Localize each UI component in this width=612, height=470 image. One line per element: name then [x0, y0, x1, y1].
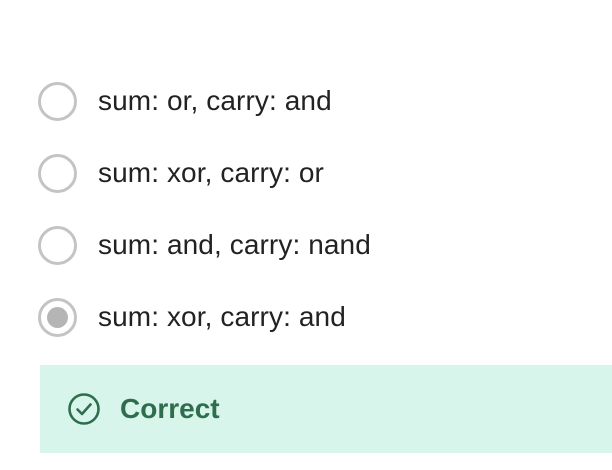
answer-option-label: sum: and, carry: nand — [98, 229, 371, 260]
radio-button[interactable] — [38, 153, 77, 193]
answer-option-3[interactable]: sum: and, carry: nand — [38, 225, 371, 265]
check-circle-icon — [68, 393, 100, 425]
answer-option-1[interactable]: sum: or, carry: and — [38, 81, 332, 121]
feedback-banner: Correct — [40, 365, 612, 453]
radio-button[interactable] — [38, 225, 77, 265]
radio-button[interactable] — [38, 81, 77, 121]
answer-option-4[interactable]: sum: xor, carry: and — [38, 297, 346, 337]
quiz-question: sum: or, carry: and sum: xor, carry: or … — [0, 0, 612, 470]
radio-button-selected[interactable] — [38, 297, 77, 337]
answer-option-label: sum: xor, carry: and — [98, 301, 346, 332]
answer-option-2[interactable]: sum: xor, carry: or — [38, 153, 324, 193]
feedback-text: Correct — [120, 393, 220, 424]
answer-option-label: sum: or, carry: and — [98, 85, 332, 116]
answer-option-label: sum: xor, carry: or — [98, 157, 324, 188]
